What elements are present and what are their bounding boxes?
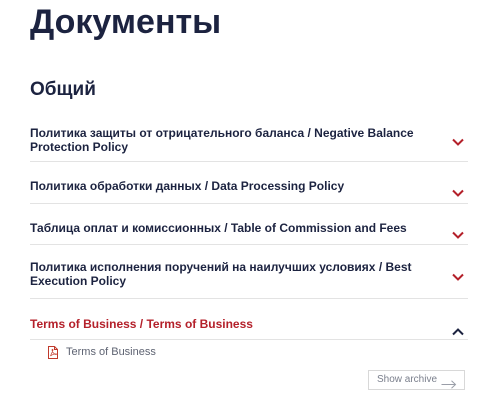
accordion-item-label: Таблица оплат и комиссионных / Table of … <box>30 221 407 235</box>
accordion-item-label: Политика защиты от отрицательного баланс… <box>30 126 414 154</box>
pdf-file-icon <box>48 345 58 359</box>
accordion-item-label: Terms of Business / Terms of Business <box>30 317 253 331</box>
accordion-item-data-processing-policy[interactable]: Политика обработки данных / Data Process… <box>30 162 468 204</box>
accordion-item-commission-and-fees[interactable]: Таблица оплат и комиссионных / Table of … <box>30 204 468 245</box>
accordion-item-label: Политика исполнения поручений на наилучш… <box>30 260 412 288</box>
page-title: Документы <box>30 3 222 41</box>
document-link-label: Terms of Business <box>66 346 156 358</box>
show-archive-button[interactable]: Show archive <box>368 370 465 390</box>
chevron-down-icon[interactable] <box>452 138 464 146</box>
chevron-down-icon[interactable] <box>452 273 464 281</box>
accordion-item-best-execution-policy[interactable]: Политика исполнения поручений на наилучш… <box>30 245 468 299</box>
chevron-up-icon[interactable] <box>452 328 464 336</box>
show-archive-label: Show archive <box>377 374 438 385</box>
accordion-item-label: Политика обработки данных / Data Process… <box>30 179 345 193</box>
accordion-item-terms-of-business[interactable]: Terms of Business / Terms of Business <box>30 299 468 340</box>
accordion-item-negative-balance-policy[interactable]: Политика защиты от отрицательного баланс… <box>30 116 468 162</box>
chevron-down-icon[interactable] <box>452 231 464 239</box>
documents-accordion: Политика защиты от отрицательного баланс… <box>30 116 468 340</box>
chevron-down-icon[interactable] <box>452 189 464 197</box>
section-title: Общий <box>30 79 96 100</box>
arrow-right-icon <box>441 376 457 389</box>
document-link-terms-of-business[interactable]: Terms of Business <box>48 345 156 359</box>
